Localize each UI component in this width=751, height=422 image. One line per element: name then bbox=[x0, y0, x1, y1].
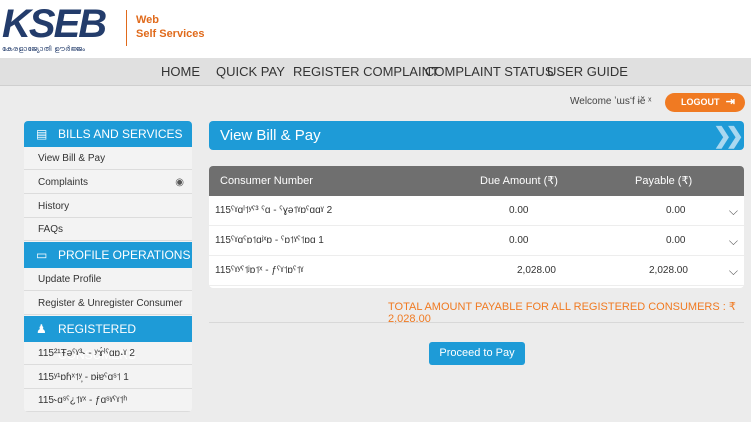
page-title: View Bill & Pay bbox=[220, 127, 321, 144]
nav-user-guide[interactable]: USER GUIDE bbox=[547, 58, 628, 86]
chevron-down-icon[interactable]: ⌵ bbox=[729, 226, 738, 256]
sidebar-item-view-bill[interactable]: View Bill & Pay bbox=[24, 147, 192, 170]
logout-icon: ⇥ bbox=[725, 96, 735, 108]
logo-text: KSEB bbox=[2, 2, 107, 46]
sidebar-item-history[interactable]: History bbox=[24, 195, 192, 218]
site-header: KSEB കേരളാജ്യോതി ഊർജ്ജം Web Self Service… bbox=[0, 0, 751, 58]
site-name: Web Self Services bbox=[136, 13, 205, 41]
column-payable: Payable (₹) bbox=[635, 175, 693, 187]
kseb-logo[interactable]: KSEB കേരളാജ്യോതി ഊർജ്ജം bbox=[2, 4, 122, 54]
table-row[interactable]: 115ˤˠɑˤɒ˦ɑʲˣɒ - ˤɒ˦ˠˤ˦ɒɑ 1 0.00 0.00 ⌵ bbox=[209, 226, 744, 256]
sidebar-heading-label: PROFILE OPERATIONS bbox=[58, 248, 191, 262]
nav-register-complaint[interactable]: REGISTER COMPLAINT bbox=[293, 58, 439, 86]
sidebar-item-consumer[interactable]: 115²¹Ŧəˤˠ³˞ - ʸɤ́ˡˤɑɒ˖ˠ 2 bbox=[24, 342, 192, 365]
due-amount: 0.00 bbox=[509, 235, 529, 246]
logout-label: LOGOUT bbox=[681, 97, 720, 107]
chevron-down-icon[interactable]: ⌵ bbox=[729, 256, 738, 286]
sidebar-heading-label: BILLS AND SERVICES bbox=[58, 127, 183, 141]
nav-quick-pay[interactable]: QUICK PAY bbox=[216, 58, 285, 86]
sidebar-item-label: Complaints bbox=[38, 177, 89, 188]
header-divider bbox=[126, 10, 127, 46]
sidebar-item-register-consumer[interactable]: Register & Unregister Consumer bbox=[24, 292, 192, 315]
welcome-text: Welcome ʼɯsʻf ɨӗ ˣ bbox=[570, 96, 652, 107]
sidebar-heading-bills: ▤ BILLS AND SERVICES bbox=[24, 121, 192, 147]
sidebar-heading-consumers: ♟ REGISTERED CONSUMERS bbox=[24, 316, 192, 362]
column-consumer-number: Consumer Number bbox=[220, 175, 313, 187]
sidebar: ▤ BILLS AND SERVICES View Bill & Pay Com… bbox=[24, 121, 192, 412]
site-name-line2: Self Services bbox=[136, 28, 205, 40]
consumer-number: 115ˤˠɑˤɒ˦ɑʲˣɒ - ˤɒ˦ˠˤ˦ɒɑ 1 bbox=[215, 235, 324, 246]
table-header: Consumer Number Due Amount (₹) Payable (… bbox=[209, 166, 744, 196]
sidebar-item-update-profile[interactable]: Update Profile bbox=[24, 268, 192, 291]
divider bbox=[209, 322, 744, 323]
proceed-to-pay-button[interactable]: Proceed to Pay bbox=[429, 342, 525, 365]
document-icon: ▤ bbox=[36, 127, 48, 141]
site-name-line1: Web bbox=[136, 14, 160, 26]
sidebar-item-consumer[interactable]: 115ʸ¹ɒɦˣ˦ʸ̦ - ɒɨɐˤɑˢ˦ 1 bbox=[24, 366, 192, 389]
due-amount: 0.00 bbox=[509, 205, 529, 216]
due-amount: 2,028.00 bbox=[517, 265, 556, 276]
payable-amount: 2,028.00 bbox=[649, 265, 688, 276]
payable-amount: 0.00 bbox=[666, 205, 686, 216]
table-row[interactable]: 115ˤˠɑˡ˦ʸˤ³ ˤɑ - ˤɣə˦ˠɒˤɑɑˠ 2 0.00 0.00 … bbox=[209, 196, 744, 226]
nav-home[interactable]: HOME bbox=[161, 58, 200, 86]
nav-complaint-status[interactable]: COMPLAINT STATUS bbox=[425, 58, 554, 86]
payable-amount: 0.00 bbox=[666, 235, 686, 246]
id-card-icon: ▭ bbox=[36, 248, 48, 262]
consumer-number: 115ˤˠɑˡ˦ʸˤ³ ˤɑ - ˤɣə˦ˠɒˤɑɑˠ 2 bbox=[215, 205, 333, 216]
sidebar-item-faqs[interactable]: FAQs bbox=[24, 218, 192, 241]
column-due-amount: Due Amount (₹) bbox=[480, 175, 558, 187]
logo-tagline: കേരളാജ്യോതി ഊർജ്ജം bbox=[2, 46, 86, 53]
chevron-down-icon[interactable]: ⌵ bbox=[729, 196, 738, 226]
expand-circle-icon[interactable]: ◉ bbox=[175, 171, 184, 194]
logout-button[interactable]: LOGOUT ⇥ bbox=[665, 93, 745, 112]
bills-table: Consumer Number Due Amount (₹) Payable (… bbox=[209, 166, 744, 288]
sidebar-item-complaints[interactable]: Complaints ◉ bbox=[24, 171, 192, 194]
table-row[interactable]: 115ˤˠʸˤ˦ʲɒ˦ˣ - ƒˤˠ˦ɒˤ˦ˠ 2,028.00 2,028.0… bbox=[209, 256, 744, 286]
main-nav: HOME QUICK PAY REGISTER COMPLAINT COMPLA… bbox=[0, 58, 751, 86]
page-title-bar: View Bill & Pay ❯❯ bbox=[209, 121, 744, 150]
users-icon: ♟ bbox=[36, 322, 47, 336]
consumer-number: 115ˤˠʸˤ˦ʲɒ˦ˣ - ƒˤˠ˦ɒˤ˦ˠ bbox=[215, 265, 304, 276]
sidebar-item-consumer[interactable]: 115˞ɑˢˤ¿˦ˠˣ - ƒɑˢˠˤˠ˦ʰ bbox=[24, 389, 192, 412]
sidebar-heading-profile: ▭ PROFILE OPERATIONS bbox=[24, 242, 192, 268]
double-chevron-right-icon: ❯❯ bbox=[713, 123, 744, 148]
